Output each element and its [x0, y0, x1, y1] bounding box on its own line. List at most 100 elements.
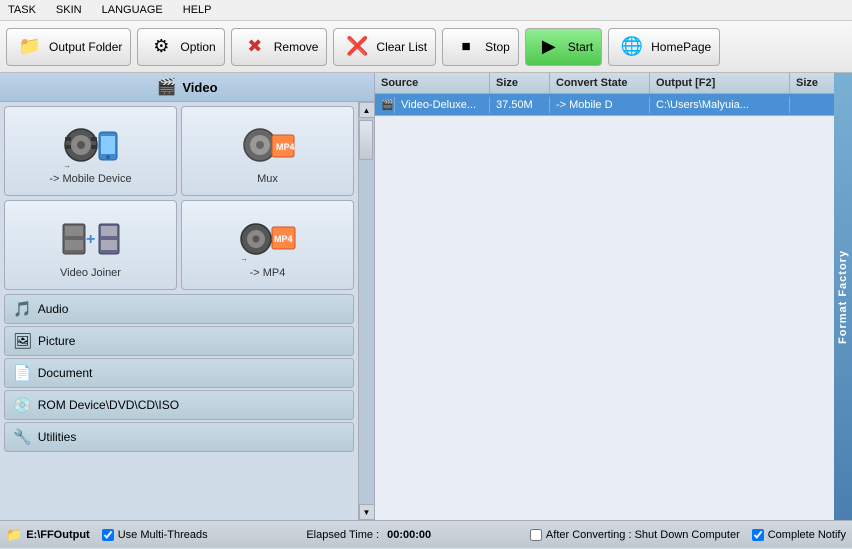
multi-threads-label: Use Multi-Threads [118, 529, 208, 541]
menu-skin[interactable]: SKIN [52, 2, 86, 18]
audio-label: Audio [38, 302, 69, 316]
mux-label: Mux [257, 173, 278, 185]
output-path: E:\FFOutput [26, 529, 90, 541]
svg-text:→: → [240, 254, 248, 263]
home-icon: 🌐 [617, 32, 647, 62]
col-output: Output [F2] [650, 73, 790, 93]
gear-icon: ⚙ [146, 32, 176, 62]
right-panel: Source Size Convert State Output [F2] Si… [375, 73, 852, 520]
mobile-icon: → [61, 118, 121, 173]
row-size: 37.50M [490, 97, 550, 113]
picture-label: Picture [38, 334, 75, 348]
utilities-label: Utilities [38, 430, 77, 444]
scroll-thumb[interactable] [359, 120, 373, 160]
elapsed-label: Elapsed Time : [306, 529, 379, 541]
col-source: Source [375, 73, 490, 93]
table-row[interactable]: 🎬 Video-Deluxe... 37.50M -> Mobile D C:\… [375, 94, 852, 116]
output-folder-label: Output Folder [49, 40, 122, 54]
row-convert-state: -> Mobile D [550, 97, 650, 113]
toolbar: 📁 Output Folder ⚙ Option ✖ Remove ❌ Clea… [0, 21, 852, 73]
section-audio[interactable]: 🎵 Audio [4, 294, 354, 324]
row-output: C:\Users\Malyuia... [650, 97, 790, 113]
menu-task[interactable]: TASK [4, 2, 40, 18]
picture-icon: 🖼 [13, 332, 32, 350]
section-document[interactable]: 📄 Document [4, 358, 354, 388]
section-picture[interactable]: 🖼 Picture [4, 326, 354, 356]
complete-notify-checkbox[interactable] [752, 529, 764, 541]
document-icon: 📄 [13, 364, 32, 382]
video-grid: → -> Mobile Device [4, 106, 354, 290]
left-scrollbar[interactable]: ▲ ▼ [358, 102, 374, 520]
homepage-label: HomePage [651, 40, 711, 54]
start-button[interactable]: ▶ Start [525, 28, 602, 66]
video-header-icon: 🎬 [156, 77, 176, 97]
main-area: 🎬 Video [0, 73, 852, 520]
multi-threads-checkbox[interactable] [102, 529, 114, 541]
statusbar: 📁 E:\FFOutput Use Multi-Threads Elapsed … [0, 520, 852, 548]
menu-language[interactable]: LANGUAGE [98, 2, 167, 18]
mobile-label: -> Mobile Device [49, 173, 131, 185]
svg-text:→: → [63, 161, 71, 170]
section-rom[interactable]: 💿 ROM Device\DVD\CD\ISO [4, 390, 354, 420]
row-source: Video-Deluxe... [395, 97, 490, 113]
complete-notify-area: Complete Notify [752, 529, 846, 541]
mp4-label: -> MP4 [250, 267, 286, 279]
section-utilities[interactable]: 🔧 Utilities [4, 422, 354, 452]
left-panel-header: 🎬 Video [0, 73, 374, 102]
col-convert-state: Convert State [550, 73, 650, 93]
multi-threads-area: Use Multi-Threads [102, 529, 208, 541]
svg-text:+: + [86, 231, 95, 248]
audio-icon: 🎵 [13, 300, 32, 318]
col-size: Size [490, 73, 550, 93]
folder-icon: 📁 [15, 32, 45, 62]
mp4-icon: MP4 → [238, 212, 298, 267]
column-headers: Source Size Convert State Output [F2] Si… [375, 73, 852, 94]
grid-item-mobile[interactable]: → -> Mobile Device [4, 106, 177, 196]
status-center: Elapsed Time : 00:00:00 [220, 529, 518, 541]
clear-list-button[interactable]: ❌ Clear List [333, 28, 436, 66]
left-panel-title: Video [182, 80, 217, 95]
after-converting-checkbox[interactable] [530, 529, 542, 541]
document-label: Document [38, 366, 93, 380]
joiner-label: Video Joiner [60, 267, 121, 279]
left-content: → -> Mobile Device [0, 102, 358, 520]
grid-item-mp4[interactable]: MP4 → -> MP4 [181, 200, 354, 290]
option-label: Option [180, 40, 215, 54]
output-folder-button[interactable]: 📁 Output Folder [6, 28, 131, 66]
remove-button[interactable]: ✖ Remove [231, 28, 328, 66]
menubar: TASK SKIN LANGUAGE HELP [0, 0, 852, 21]
option-button[interactable]: ⚙ Option [137, 28, 224, 66]
start-icon: ▶ [534, 32, 564, 62]
rom-icon: 💿 [13, 396, 32, 414]
rom-label: ROM Device\DVD\CD\ISO [38, 398, 179, 412]
remove-icon: ✖ [240, 32, 270, 62]
sections-list: 🎵 Audio 🖼 Picture 📄 Document 💿 ROM Devic… [4, 294, 354, 452]
after-converting-area: After Converting : Shut Down Computer [530, 529, 740, 541]
elapsed-value: 00:00:00 [387, 529, 431, 541]
joiner-icon: + [61, 212, 121, 267]
stop-icon: ⏹ [451, 32, 481, 62]
stop-label: Stop [485, 40, 510, 54]
clear-list-label: Clear List [376, 40, 427, 54]
grid-item-joiner[interactable]: + Video Joiner [4, 200, 177, 290]
svg-text:MP4: MP4 [276, 142, 295, 152]
scroll-up[interactable]: ▲ [359, 102, 375, 118]
row-icon: 🎬 [375, 97, 395, 113]
svg-text:MP4: MP4 [274, 234, 293, 244]
status-left: 📁 E:\FFOutput [6, 527, 90, 543]
homepage-button[interactable]: 🌐 HomePage [608, 28, 720, 66]
stop-button[interactable]: ⏹ Stop [442, 28, 519, 66]
menu-help[interactable]: HELP [179, 2, 216, 18]
start-label: Start [568, 40, 593, 54]
left-panel: 🎬 Video [0, 73, 375, 520]
format-factory-label: Format Factory [834, 73, 852, 520]
remove-label: Remove [274, 40, 319, 54]
mux-icon: MP4 [238, 118, 298, 173]
after-converting-label: After Converting : Shut Down Computer [546, 529, 740, 541]
clear-icon: ❌ [342, 32, 372, 62]
utilities-icon: 🔧 [13, 428, 32, 446]
grid-item-mux[interactable]: MP4 Mux [181, 106, 354, 196]
complete-notify-label: Complete Notify [768, 529, 846, 541]
output-path-icon: 📁 [6, 527, 22, 543]
scroll-down[interactable]: ▼ [359, 504, 375, 520]
